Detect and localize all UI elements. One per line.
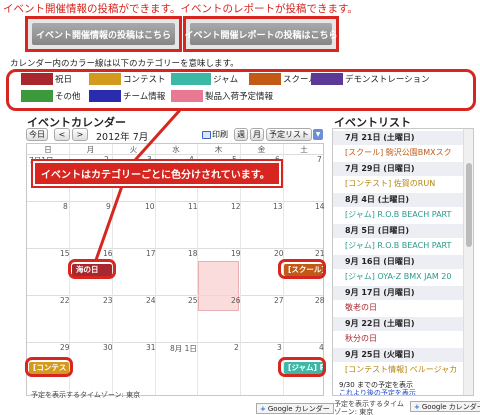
list-event[interactable]: [コンテスト情報] ベルージャカ <box>345 363 457 376</box>
plus-icon: + <box>260 404 266 413</box>
list-google-calendar-badge[interactable]: + Google カレンダー <box>410 401 480 412</box>
category-callout: イベントはカテゴリーごとに色分けされています。 <box>31 159 283 188</box>
list-date: 8月 5日 (日曜日) <box>333 224 463 238</box>
list-date: 7月 29日 (日曜日) <box>333 162 463 176</box>
scrollbar-thumb[interactable] <box>466 163 472 247</box>
google-badge-label: Google カレンダー <box>421 402 480 411</box>
list-event[interactable]: [スクール] 駒沢公園BMXスク <box>345 146 452 159</box>
plus-icon: + <box>414 402 420 411</box>
event-list: 7月 21日 (土曜日) [スクール] 駒沢公園BMXスク 7月 29日 (日曜… <box>332 128 474 396</box>
list-date: 9月 17日 (月曜日) <box>333 286 463 300</box>
list-event[interactable]: [ジャム] R.O.B BEACH PART <box>345 208 451 221</box>
list-event[interactable]: 敬老の日 <box>345 301 377 314</box>
more-events-link[interactable]: これより後の予定を表示 <box>339 388 416 395</box>
event-list-scrollbar[interactable] <box>463 129 473 395</box>
list-timezone-line2: ゾーン: 東京 <box>334 408 374 415</box>
google-calendar-badge[interactable]: + Google カレンダー <box>256 403 334 414</box>
list-event[interactable]: [ジャム] R.O.B BEACH PART <box>345 239 451 252</box>
google-badge-label: Google カレンダー <box>267 404 330 413</box>
list-event[interactable]: [ジャム] OYA-Z BMX JAM 20 <box>345 270 451 283</box>
list-date: 9月 25日 (火曜日) <box>333 348 463 362</box>
list-date: 9月 22日 (土曜日) <box>333 317 463 331</box>
list-date: 8月 4日 (土曜日) <box>333 193 463 207</box>
list-event[interactable]: [コンテスト] 佐賀のRUN <box>345 177 435 190</box>
list-date: 7月 21日 (土曜日) <box>333 131 463 145</box>
list-event[interactable]: 秋分の日 <box>345 332 377 345</box>
list-date: 9月 16日 (日曜日) <box>333 255 463 269</box>
